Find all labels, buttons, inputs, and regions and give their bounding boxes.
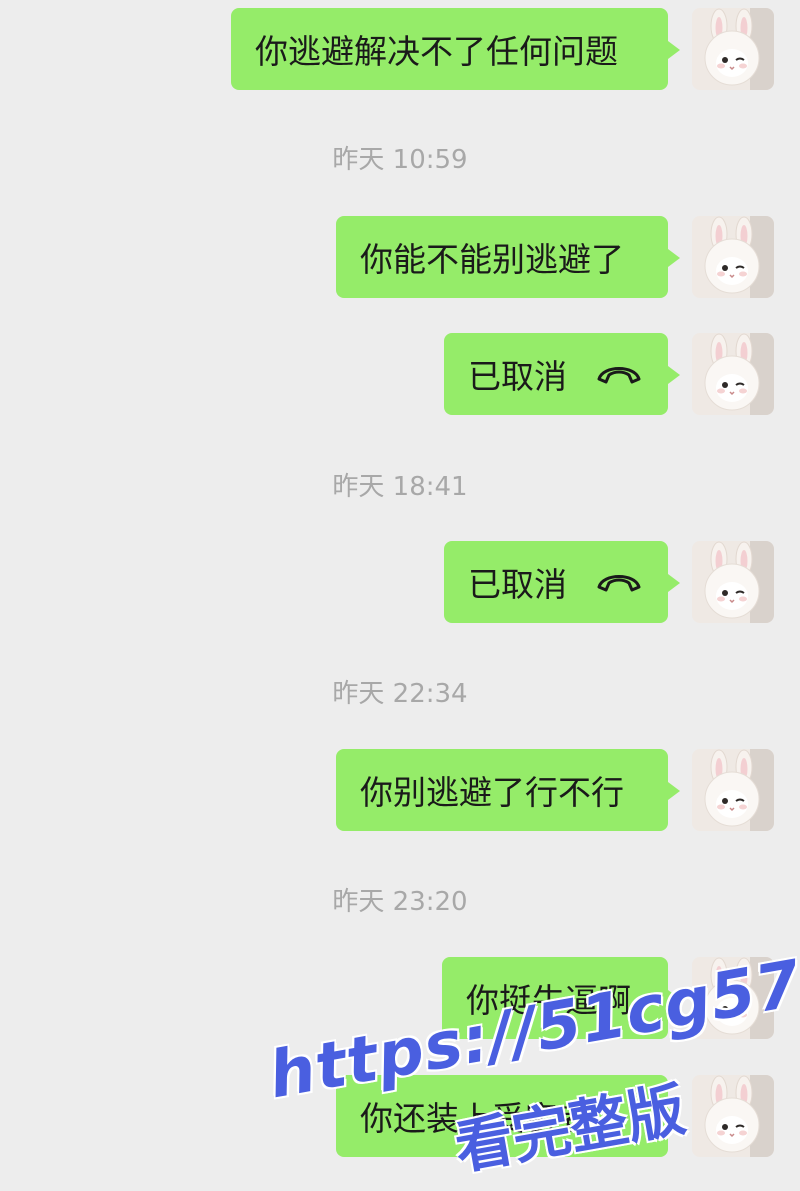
avatar[interactable] <box>692 749 774 831</box>
cat-avatar-icon <box>692 1075 774 1157</box>
timestamp: 昨天 22:34 <box>332 679 468 709</box>
phone-hangup-icon <box>595 361 643 387</box>
call-bubble[interactable]: 已取消 <box>444 541 680 623</box>
cat-avatar-icon <box>692 749 774 831</box>
avatar[interactable] <box>692 1075 774 1157</box>
avatar[interactable] <box>692 541 774 623</box>
avatar[interactable] <box>692 216 774 298</box>
avatar[interactable] <box>692 8 774 90</box>
message-bubble[interactable]: 你能不能别逃避了 <box>336 216 680 298</box>
message-text: 你逃避解决不了任何问题 <box>255 32 618 71</box>
cat-avatar-icon <box>692 333 774 415</box>
cat-avatar-icon <box>692 216 774 298</box>
message-text: 你还装上受害者了 <box>360 1099 624 1138</box>
timestamp: 昨天 23:20 <box>332 887 468 917</box>
avatar[interactable] <box>692 333 774 415</box>
timestamp: 昨天 10:59 <box>332 145 468 175</box>
message-text: 你挺牛逼啊 <box>466 981 631 1020</box>
message-bubble[interactable]: 你挺牛逼啊 <box>442 957 680 1039</box>
message-bubble[interactable]: 你别逃避了行不行 <box>336 749 680 831</box>
call-status-text: 已取消 <box>468 565 567 604</box>
message-bubble[interactable]: 你还装上受害者了 <box>336 1075 680 1157</box>
call-status-text: 已取消 <box>468 357 567 396</box>
message-text: 你别逃避了行不行 <box>360 773 624 812</box>
cat-avatar-icon <box>692 957 774 1039</box>
timestamp: 昨天 18:41 <box>332 472 468 502</box>
avatar[interactable] <box>692 957 774 1039</box>
cat-avatar-icon <box>692 541 774 623</box>
phone-hangup-icon <box>595 569 643 595</box>
message-text: 你能不能别逃避了 <box>360 240 624 279</box>
call-bubble[interactable]: 已取消 <box>444 333 680 415</box>
message-bubble[interactable]: 你逃避解决不了任何问题 <box>231 8 680 90</box>
cat-avatar-icon <box>692 8 774 90</box>
